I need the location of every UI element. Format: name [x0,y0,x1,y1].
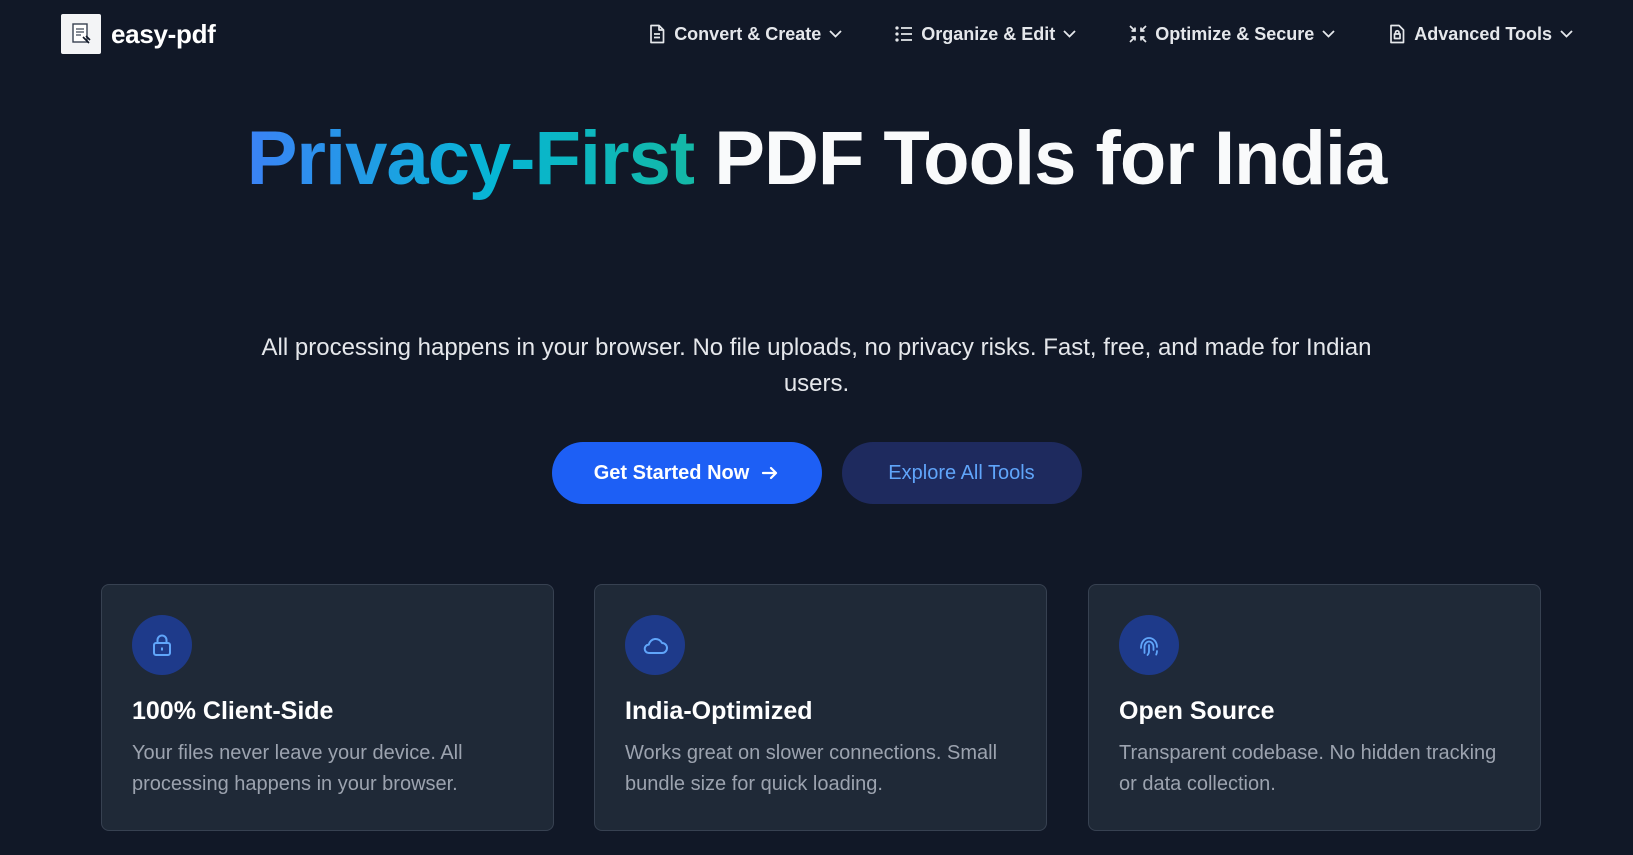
nav-label: Optimize & Secure [1155,23,1315,44]
feature-card-open-source: Open Source Transparent codebase. No hid… [1088,584,1541,831]
cta-row: Get Started Now Explore All Tools [0,442,1633,504]
chevron-down-icon [1560,30,1573,38]
get-started-label: Get Started Now [593,461,750,484]
feature-description: Works great on slower connections. Small… [625,742,998,795]
nav-organize-edit[interactable]: Organize & Edit [895,24,1076,45]
nav-label: Convert & Create [674,23,822,44]
brand-link[interactable]: easy-pdf [61,14,216,54]
feature-card-client-side: 100% Client-Side Your files never leave … [101,584,554,831]
feature-description: Your files never leave your device. All … [132,742,463,795]
hero-title-rest: PDF Tools for India [694,116,1387,201]
hero-title-highlight: Privacy-First [246,116,695,201]
nav-optimize-secure[interactable]: Optimize & Secure [1129,24,1335,45]
feature-title: Open Source [1119,697,1275,725]
page: easy-pdf Convert & Create Organize & Edi… [0,0,1633,855]
nav-label: Advanced Tools [1414,23,1552,44]
logo-icon [61,14,101,54]
feature-title: 100% Client-Side [132,697,334,725]
nav-convert-create[interactable]: Convert & Create [648,24,842,45]
nav-advanced-tools[interactable]: Advanced Tools [1388,24,1573,45]
feature-icon-badge [1119,615,1179,675]
arrow-right-icon [762,466,778,480]
chevron-down-icon [829,30,842,38]
hero-subtitle: All processing happens in your browser. … [261,334,1372,397]
feature-icon-badge [625,615,685,675]
explore-tools-label: Explore All Tools [888,461,1035,484]
feature-description: Transparent codebase. No hidden tracking… [1119,742,1497,795]
feature-card-india-optimized: India-Optimized Works great on slower co… [594,584,1047,831]
feature-title: India-Optimized [625,697,813,725]
main-nav: Convert & Create Organize & Edit Optimiz… [648,24,1573,45]
site-header: easy-pdf Convert & Create Organize & Edi… [0,0,1633,68]
chevron-down-icon [1063,30,1076,38]
nav-label: Organize & Edit [921,23,1056,44]
list-icon [895,26,913,42]
cloud-icon [643,638,668,655]
get-started-button[interactable]: Get Started Now [551,442,822,504]
feature-cards: 100% Client-Side Your files never leave … [101,584,1541,831]
compress-icon [1129,25,1147,43]
chevron-down-icon [1322,30,1335,38]
brand-name: easy-pdf [111,18,216,49]
hero-title: Privacy-First PDF Tools for India [0,112,1633,206]
lock-document-icon [1390,24,1405,44]
feature-icon-badge [132,615,192,675]
explore-tools-button[interactable]: Explore All Tools [841,442,1082,504]
document-icon [650,24,665,44]
lock-icon [153,634,171,656]
fingerprint-icon [1140,637,1158,656]
